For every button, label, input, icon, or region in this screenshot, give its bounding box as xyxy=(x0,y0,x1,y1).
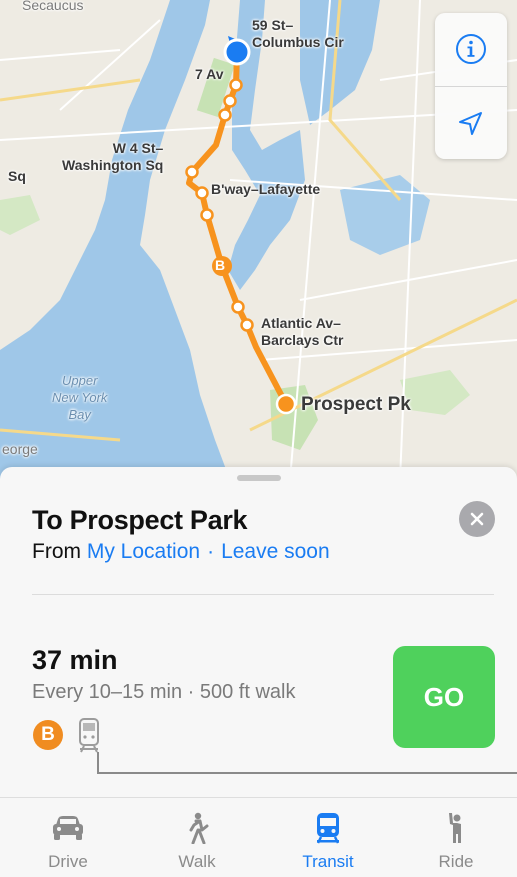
map-label-stop: B'way–Lafayette xyxy=(211,181,321,197)
map-label-town: Secaucus xyxy=(22,0,84,13)
route-step-connector xyxy=(97,752,517,774)
sheet-title: To Prospect Park xyxy=(32,505,248,535)
mode-tabbar: Drive Walk Transit Ride xyxy=(0,797,517,877)
tab-label: Walk xyxy=(178,852,216,871)
tab-label: Ride xyxy=(438,852,474,871)
map-label-town: eorge xyxy=(2,441,38,457)
map-view[interactable]: Secaucus 59 St– Columbus Cir 7 Av W 4 St… xyxy=(0,0,517,480)
map-label-stop: Atlantic Av– Barclays Ctr xyxy=(261,315,344,348)
map-controls xyxy=(435,13,507,159)
route-duration: 37 min xyxy=(32,645,118,675)
close-button[interactable] xyxy=(459,501,495,537)
location-arrow-icon xyxy=(459,112,482,135)
go-button[interactable]: GO xyxy=(393,646,495,748)
map-label-stop: 59 St– Columbus Cir xyxy=(252,17,344,50)
from-line: From My Location · Leave soon xyxy=(32,540,330,564)
map-label-destination: Prospect Pk xyxy=(301,394,411,415)
car-icon xyxy=(18,812,118,844)
train-icon xyxy=(278,812,378,844)
tab-ride[interactable]: Ride xyxy=(406,798,506,877)
from-location-link[interactable]: My Location xyxy=(87,540,200,563)
from-prefix: From xyxy=(32,540,81,563)
tab-transit[interactable]: Transit xyxy=(278,798,378,877)
destination-pin[interactable] xyxy=(275,393,297,415)
info-button[interactable] xyxy=(435,13,507,85)
map-label-water: Upper New York Bay xyxy=(52,373,108,422)
hail-person-icon xyxy=(406,812,506,844)
tab-label: Drive xyxy=(48,852,88,871)
tab-drive[interactable]: Drive xyxy=(18,798,118,877)
sheet-divider xyxy=(32,594,494,595)
close-icon xyxy=(470,512,484,526)
track-location-button[interactable] xyxy=(435,87,507,159)
leave-soon-link[interactable]: Leave soon xyxy=(221,540,330,563)
walk-icon xyxy=(147,812,247,844)
route-frequency: Every 10–15 min · 500 ft walk xyxy=(32,681,296,703)
map-label-stop: 7 Av xyxy=(195,66,224,82)
map-route-badge-label: B xyxy=(215,257,226,273)
line-badge: B xyxy=(33,720,63,750)
map-label-street: Sq xyxy=(8,168,26,184)
map-label-stop: W 4 St– Washington Sq xyxy=(62,140,164,173)
user-location-dot xyxy=(223,38,251,66)
separator: · xyxy=(207,540,215,563)
sheet-grabber[interactable] xyxy=(237,475,281,481)
info-icon xyxy=(456,34,486,64)
tab-label: Transit xyxy=(302,852,354,871)
tab-walk[interactable]: Walk xyxy=(147,798,247,877)
